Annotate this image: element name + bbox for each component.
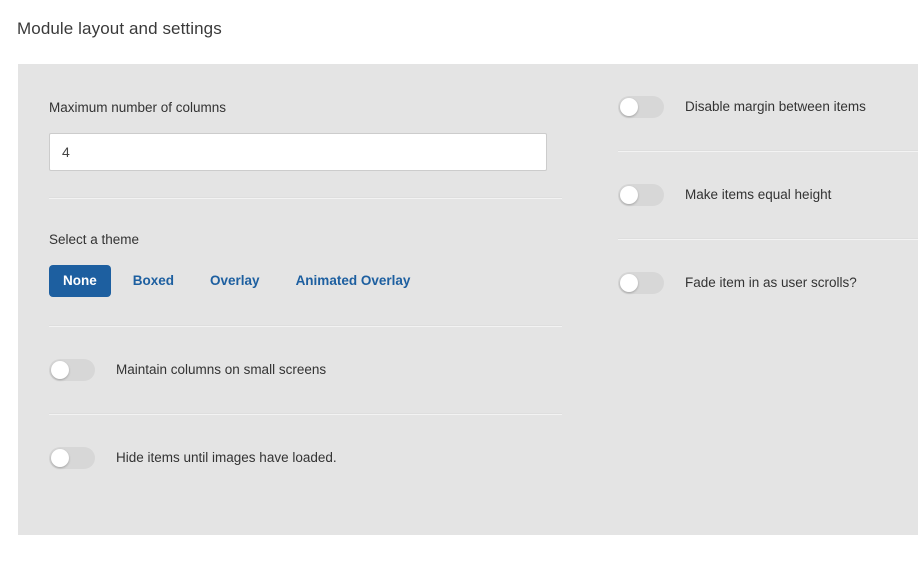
hide-items-label: Hide items until images have loaded. [116,450,337,465]
equal-height-label: Make items equal height [685,187,832,202]
hide-items-toggle[interactable] [49,447,95,469]
equal-height-toggle[interactable] [618,184,664,206]
disable-margin-row: Disable margin between items [600,64,918,150]
toggle-knob-icon [51,449,69,467]
maintain-columns-toggle[interactable] [49,359,95,381]
max-columns-label: Maximum number of columns [49,100,227,115]
max-columns-field: Maximum number of columns [49,64,600,197]
page-header: Module layout and settings [0,0,918,64]
toggle-knob-icon [620,274,638,292]
theme-field: Select a theme None Boxed Overlay Animat… [49,199,600,325]
theme-option-group: None Boxed Overlay Animated Overlay [49,265,600,297]
toggle-knob-icon [620,98,638,116]
equal-height-row: Make items equal height [600,152,918,238]
fade-item-row: Fade item in as user scrolls? [600,240,918,326]
toggle-knob-icon [620,186,638,204]
disable-margin-label: Disable margin between items [685,99,866,114]
page-title: Module layout and settings [17,19,222,38]
theme-option-boxed[interactable]: Boxed [119,265,188,297]
max-columns-input[interactable] [49,133,547,171]
maintain-columns-label: Maintain columns on small screens [116,362,327,377]
fade-item-label: Fade item in as user scrolls? [685,275,857,290]
settings-left-column: Maximum number of columns Select a theme… [18,64,600,501]
fade-item-toggle[interactable] [618,272,664,294]
theme-option-none[interactable]: None [49,265,111,297]
disable-margin-toggle[interactable] [618,96,664,118]
settings-right-column: Disable margin between items Make items … [600,64,918,326]
theme-option-animated-overlay[interactable]: Animated Overlay [282,265,425,297]
hide-items-row: Hide items until images have loaded. [49,415,600,501]
theme-option-overlay[interactable]: Overlay [196,265,274,297]
settings-panel: Maximum number of columns Select a theme… [18,64,918,535]
theme-label: Select a theme [49,232,140,247]
toggle-knob-icon [51,361,69,379]
maintain-columns-row: Maintain columns on small screens [49,327,600,413]
